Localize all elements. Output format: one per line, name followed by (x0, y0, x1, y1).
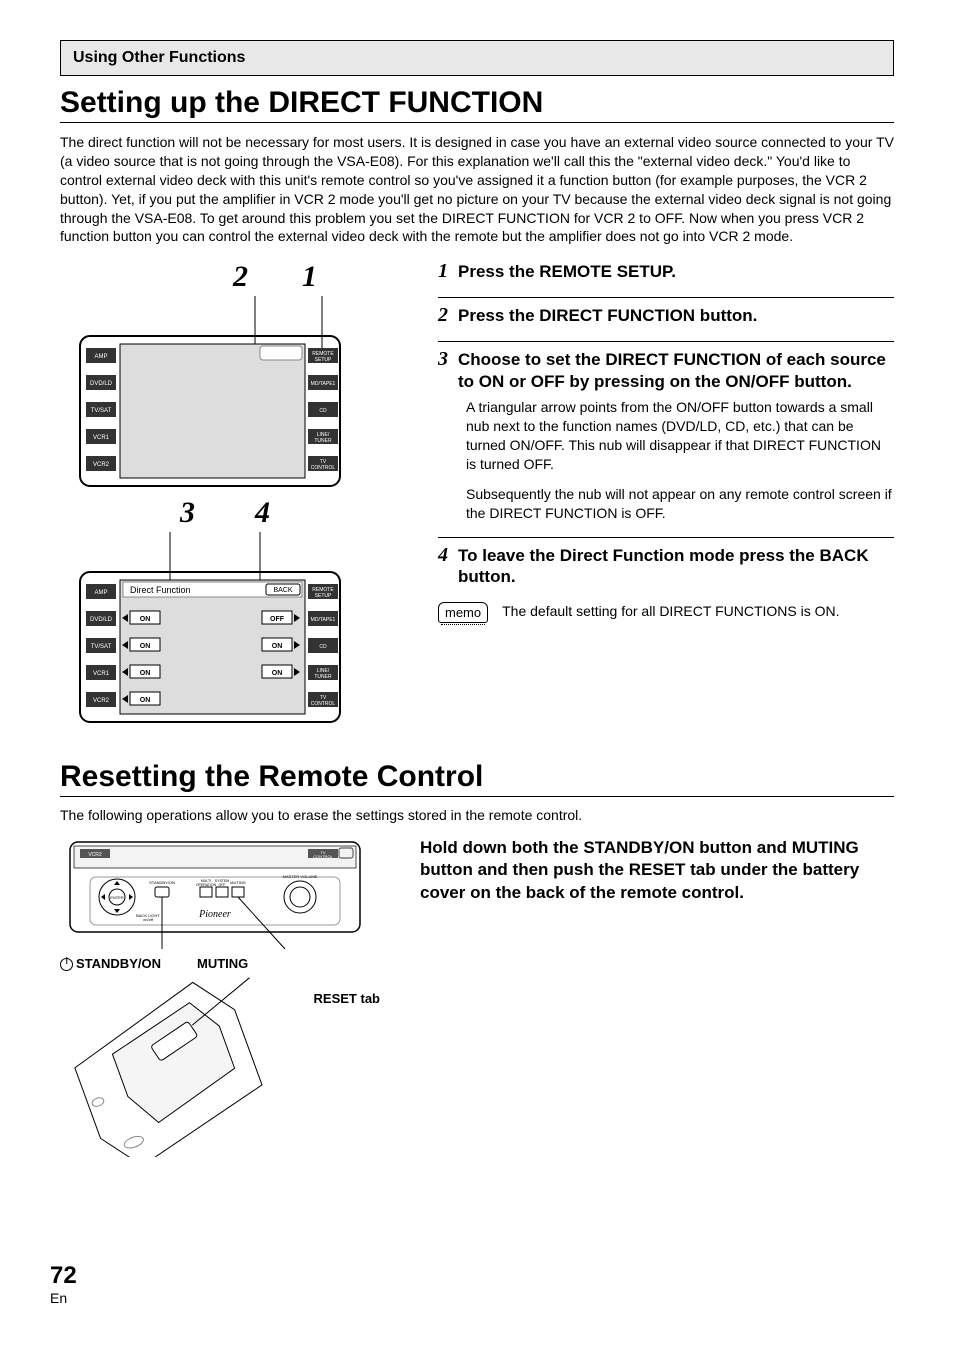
svg-text:Direct Function: Direct Function (130, 585, 191, 595)
svg-text:OFF: OFF (219, 883, 226, 887)
svg-text:SETUP: SETUP (315, 357, 332, 363)
svg-text:BACK: BACK (273, 587, 292, 594)
callout-2: 2 (233, 260, 248, 294)
memo-icon: memo (438, 602, 488, 623)
remote-diagram-2: Direct Function BACK AMP DVD/LD TV/SAT V… (60, 532, 360, 732)
svg-text:TUNER: TUNER (314, 674, 332, 680)
svg-text:VCR2: VCR2 (93, 462, 110, 468)
step-2: 2 Press the DIRECT FUNCTION button. (438, 297, 894, 327)
reset-instruction: Hold down both the STANDBY/ON button and… (420, 837, 894, 903)
heading-direct-function: Setting up the DIRECT FUNCTION (60, 86, 894, 123)
intro-paragraph: The direct function will not be necessar… (60, 133, 894, 246)
step-title: Press the REMOTE SETUP. (458, 261, 676, 282)
svg-text:AMP: AMP (94, 590, 107, 596)
section-header-text: Using Other Functions (73, 49, 245, 66)
svg-text:OFF: OFF (270, 616, 285, 623)
svg-text:Pioneer: Pioneer (198, 909, 231, 920)
step-4: 4 To leave the Direct Function mode pres… (438, 537, 894, 588)
callouts-mid: 3 4 (50, 496, 400, 530)
remote-diagram-3: VCR2 TVCONTROL ENTER STANDBY/ON (60, 837, 370, 952)
svg-text:SETUP: SETUP (315, 593, 332, 599)
svg-text:VCR1: VCR1 (93, 435, 110, 441)
step-body: A triangular arrow points from the ON/OF… (466, 398, 894, 474)
svg-text:ON: ON (272, 670, 283, 677)
svg-text:MD/TAPE1: MD/TAPE1 (311, 381, 336, 387)
svg-text:on/off: on/off (143, 917, 154, 922)
svg-text:TUNER: TUNER (314, 438, 332, 444)
svg-text:ENTER: ENTER (110, 895, 124, 900)
memo-text: The default setting for all DIRECT FUNCT… (502, 602, 839, 621)
svg-text:CONTROL: CONTROL (311, 465, 336, 471)
page-number: 72 En (50, 1262, 77, 1308)
reset-intro: The following operations allow you to er… (60, 807, 894, 823)
svg-text:CD: CD (319, 408, 327, 414)
svg-text:AMP: AMP (94, 354, 107, 360)
svg-text:MASTER VOLUME: MASTER VOLUME (283, 874, 318, 879)
label-row: STANDBY/ON MUTING (60, 956, 380, 971)
svg-text:CONTROL: CONTROL (313, 854, 333, 859)
svg-text:MD/TAPE1: MD/TAPE1 (311, 617, 336, 623)
remote-back-diagram (60, 977, 270, 1157)
standby-on-label: STANDBY/ON (60, 956, 161, 971)
svg-text:MUTING: MUTING (230, 880, 246, 885)
svg-text:VCR1: VCR1 (93, 671, 110, 677)
page-lang: En (50, 1290, 67, 1306)
svg-text:ON: ON (140, 697, 151, 704)
step-body-2: Subsequently the nub will not appear on … (466, 485, 894, 523)
callouts-top: 2 1 (100, 260, 450, 294)
svg-text:VCR2: VCR2 (93, 698, 110, 704)
svg-text:ON: ON (272, 643, 283, 650)
step-number: 4 (438, 544, 448, 567)
section-header: Using Other Functions (60, 40, 894, 76)
power-icon (60, 958, 73, 971)
svg-text:ON: ON (140, 670, 151, 677)
reset-diagram-column: VCR2 TVCONTROL ENTER STANDBY/ON (60, 837, 380, 1157)
svg-text:OPERATION: OPERATION (196, 883, 217, 887)
svg-text:ON: ON (140, 643, 151, 650)
diagram-column: 2 1 AMP DVD/LD TV/SAT VCR1 VCR2 (60, 260, 410, 732)
heading-resetting: Resetting the Remote Control (60, 760, 894, 797)
remote-diagram-1: AMP DVD/LD TV/SAT VCR1 VCR2 REMOTESETUP … (60, 296, 360, 496)
callout-4: 4 (255, 496, 270, 530)
svg-text:CD: CD (319, 644, 327, 650)
page-number-value: 72 (50, 1262, 77, 1290)
steps-column: 1 Press the REMOTE SETUP. 2 Press the DI… (438, 260, 894, 732)
reset-tab-label: RESET tab (276, 985, 380, 1006)
svg-text:DVD/LD: DVD/LD (90, 381, 113, 387)
callout-1: 1 (302, 260, 317, 294)
step-number: 2 (438, 304, 448, 327)
step-3: 3 Choose to set the DIRECT FUNCTION of e… (438, 341, 894, 523)
svg-text:TV/SAT: TV/SAT (91, 644, 112, 650)
step-number: 3 (438, 348, 448, 371)
step-1: 1 Press the REMOTE SETUP. (438, 260, 894, 283)
svg-text:TV/SAT: TV/SAT (91, 408, 112, 414)
muting-label: MUTING (197, 956, 248, 971)
svg-text:ON: ON (140, 616, 151, 623)
memo-note: memo The default setting for all DIRECT … (438, 602, 894, 623)
step-title: Press the DIRECT FUNCTION button. (458, 305, 757, 326)
step-title: Choose to set the DIRECT FUNCTION of eac… (458, 349, 894, 392)
svg-text:STANDBY/ON: STANDBY/ON (149, 880, 175, 885)
svg-text:VCR2: VCR2 (88, 852, 102, 858)
svg-text:DVD/LD: DVD/LD (90, 617, 113, 623)
callout-3: 3 (180, 496, 195, 530)
svg-text:CONTROL: CONTROL (311, 701, 336, 707)
step-title: To leave the Direct Function mode press … (458, 545, 894, 588)
